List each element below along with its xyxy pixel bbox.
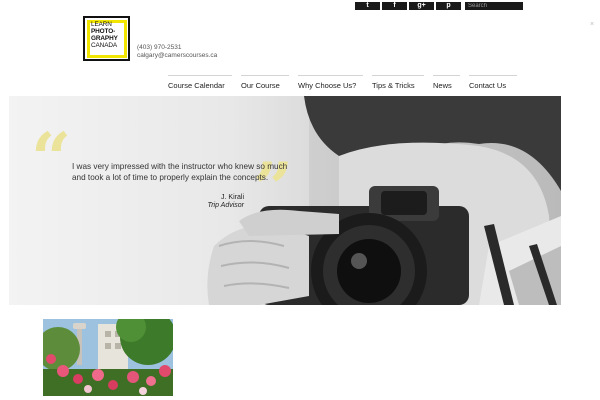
logo-line-graphy: GRAPHY <box>91 35 118 42</box>
logo-line-photo: PHOTO- <box>91 28 116 35</box>
hero-banner: “ ” I was very impressed with the instru… <box>9 96 561 305</box>
open-quote-icon: “ <box>31 117 72 200</box>
flowers-thumbnail[interactable] <box>43 319 173 396</box>
logo-line-learn: LEARN <box>91 21 112 28</box>
contact-info: (403) 970-2531 calgary@camerscourses.ca <box>137 44 217 60</box>
logo-line-canada: CANADA <box>91 42 118 49</box>
main-nav: Course Calendar Our Course Why Choose Us… <box>168 75 517 90</box>
email-link[interactable]: calgary@camerscourses.ca <box>137 52 217 60</box>
nav-why-choose-us[interactable]: Why Choose Us? <box>298 75 363 90</box>
pinterest-icon[interactable]: p <box>436 2 461 10</box>
social-bar: t f g+ p <box>355 2 523 10</box>
nav-contact-us[interactable]: Contact Us <box>469 75 517 90</box>
twitter-icon[interactable]: t <box>355 2 380 10</box>
flowers-image <box>43 319 173 396</box>
google-plus-icon[interactable]: g+ <box>409 2 434 10</box>
testimonial-quote: I was very impressed with the instructor… <box>72 162 288 182</box>
site-logo[interactable]: LEARN PHOTO- GRAPHY CANADA <box>83 16 130 61</box>
testimonial-author: J. Kirali <box>221 194 244 201</box>
phone-number: (403) 970-2531 <box>137 44 182 51</box>
nav-tips-tricks[interactable]: Tips & Tricks <box>372 75 424 90</box>
logo-text: LEARN PHOTO- GRAPHY CANADA <box>91 21 118 49</box>
close-icon[interactable]: × <box>590 21 594 28</box>
search-input[interactable] <box>465 2 523 10</box>
nav-course-calendar[interactable]: Course Calendar <box>168 75 232 90</box>
nav-our-course[interactable]: Our Course <box>241 75 289 90</box>
facebook-icon[interactable]: f <box>382 2 407 10</box>
nav-news[interactable]: News <box>433 75 460 90</box>
testimonial-source: Trip Advisor <box>207 202 244 209</box>
